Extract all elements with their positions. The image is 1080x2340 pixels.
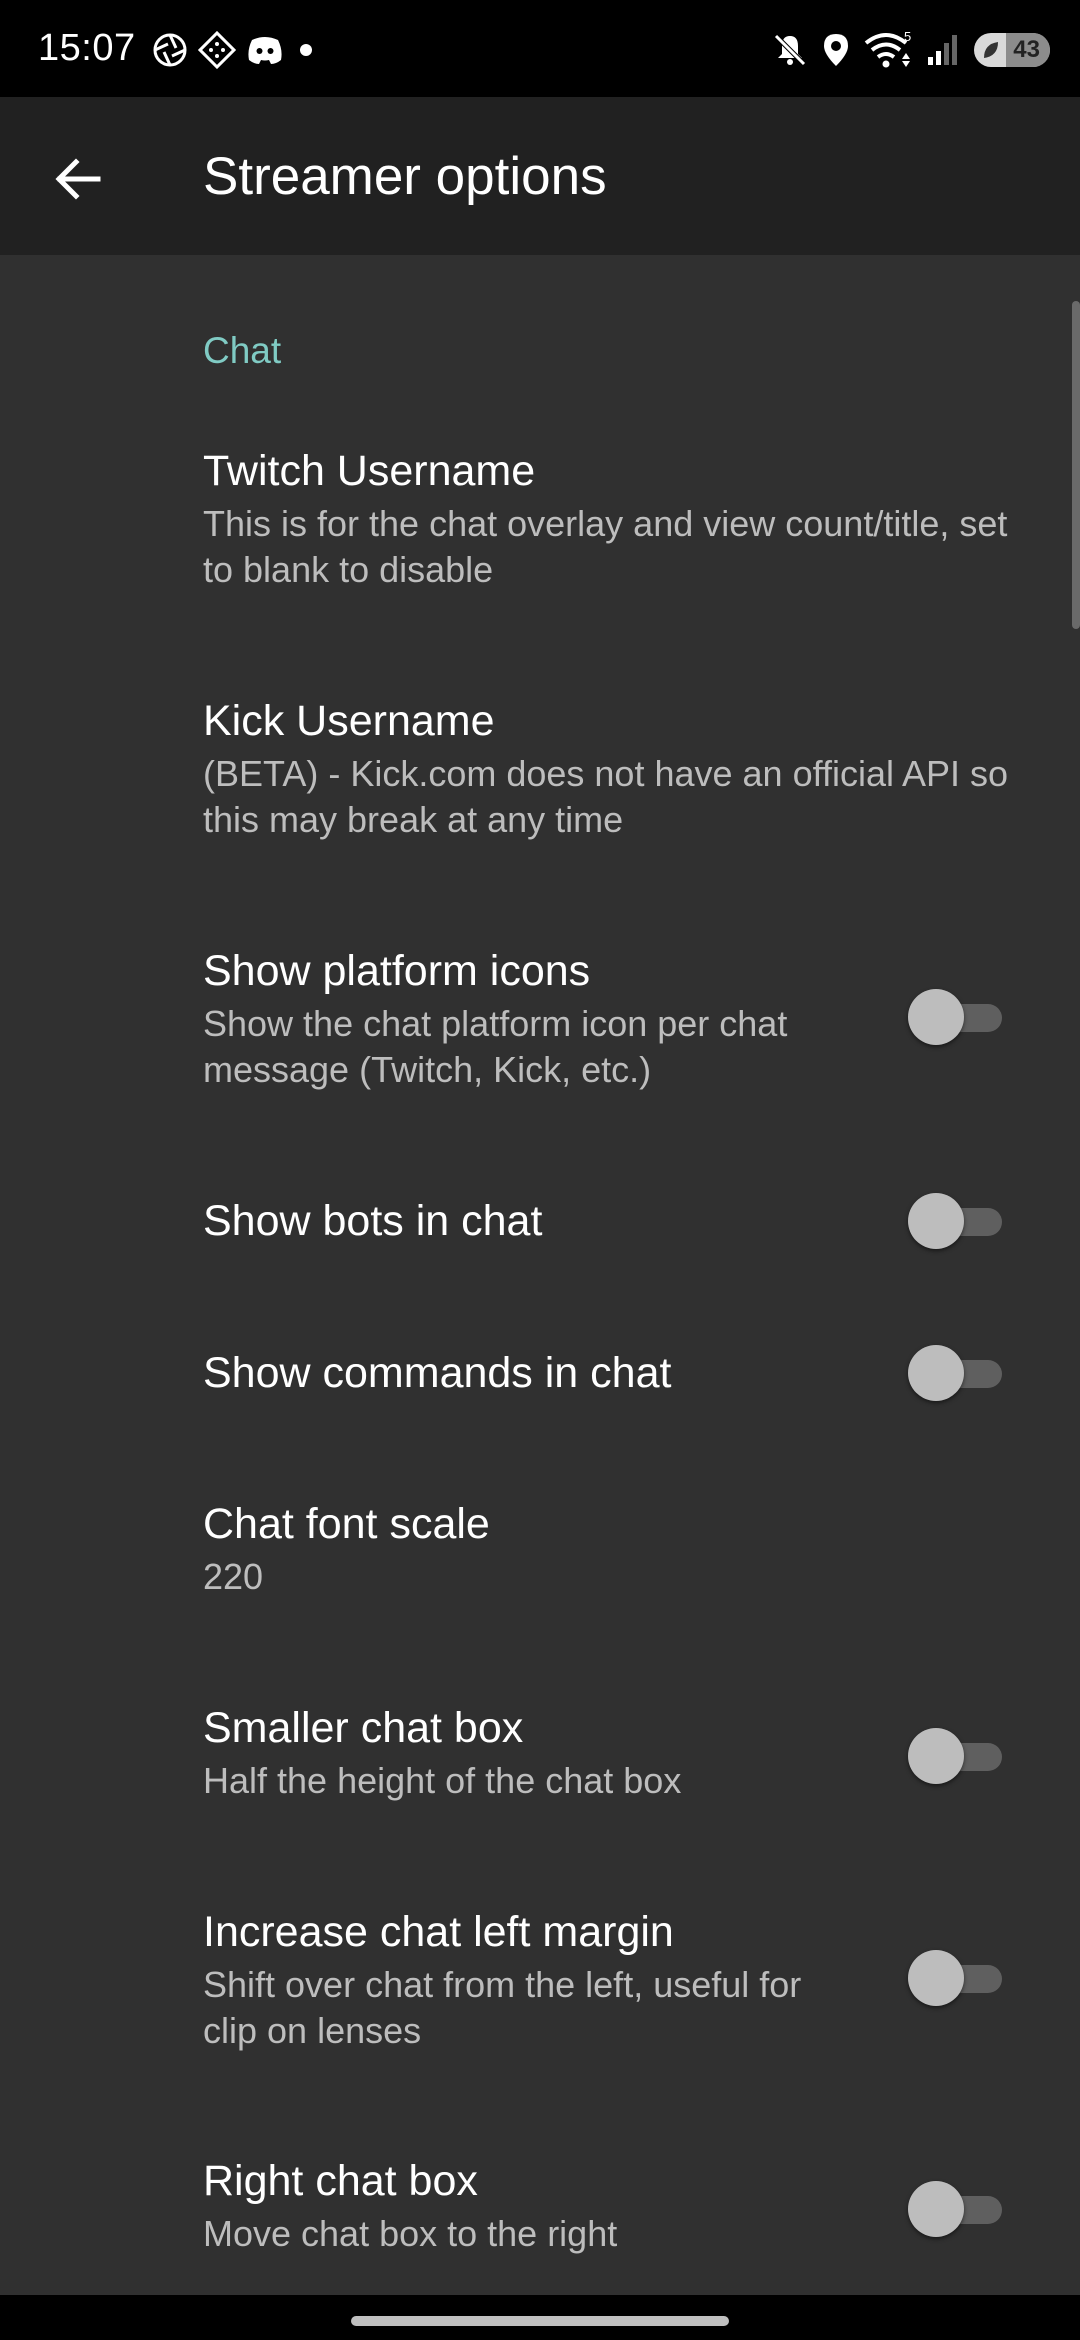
page-title: Streamer options [203, 147, 607, 206]
section-header-chat: Chat [203, 330, 282, 371]
pref-chat-font-scale[interactable]: Chat font scale 220 [0, 1498, 1080, 1688]
pref-title: Twitch Username [203, 447, 536, 495]
pref-title: Show commands in chat [203, 1349, 672, 1397]
status-time: 15:07 [38, 27, 136, 69]
pref-summary: Shift over chat from the left, useful fo… [203, 1964, 802, 2051]
mute-icon [774, 34, 806, 66]
toggle-show-bots-in-chat[interactable] [908, 1191, 1006, 1251]
pref-title: Right chat box [203, 2157, 478, 2205]
toggle-thumb [908, 989, 964, 1045]
pref-show-platform-icons[interactable]: Show platform icons Show the chat platfo… [0, 945, 1080, 1175]
preferences-list-container[interactable]: Chat Twitch Username This is for the cha… [0, 255, 1080, 2295]
toggle-thumb [908, 1950, 964, 2006]
pref-summary: This is for the chat overlay and view co… [203, 503, 1008, 590]
pref-summary: 220 [203, 1556, 264, 1597]
pref-title: Smaller chat box [203, 1704, 524, 1752]
battery-indicator: 43 [974, 33, 1050, 67]
location-icon [824, 34, 848, 66]
wifi-icon: 5 [864, 31, 911, 68]
arrow-back-icon [55, 158, 101, 200]
back-button[interactable] [36, 137, 120, 221]
dot-icon [300, 44, 312, 56]
pref-right-chat-box[interactable]: Right chat box Move chat box to the righ… [0, 2155, 1080, 2295]
gesture-nav-bar [0, 2295, 1080, 2340]
pref-summary: Move chat box to the right [203, 2213, 618, 2254]
home-handle[interactable] [351, 2316, 729, 2326]
toggle-show-platform-icons[interactable] [908, 987, 1006, 1047]
toggle-thumb [908, 2181, 964, 2237]
toggle-increase-chat-left-margin[interactable] [908, 1948, 1006, 2008]
aperture-icon [153, 33, 187, 67]
pref-summary: (BETA) - Kick.com does not have an offic… [203, 753, 1009, 840]
pref-show-bots-in-chat[interactable]: Show bots in chat [0, 1193, 1080, 1345]
pref-increase-chat-left-margin[interactable]: Increase chat left margin Shift over cha… [0, 1906, 1080, 2136]
toggle-right-chat-box[interactable] [908, 2179, 1006, 2239]
toggle-thumb [908, 1728, 964, 1784]
toggle-thumb [908, 1345, 964, 1401]
pref-title: Kick Username [203, 697, 495, 745]
pref-smaller-chat-box[interactable]: Smaller chat box Half the height of the … [0, 1702, 1080, 1892]
signal-icon [928, 35, 957, 65]
app-bar: Streamer options [0, 97, 1080, 255]
battery-percentage: 43 [1013, 36, 1040, 63]
discord-icon [248, 37, 282, 64]
pref-kick-username[interactable]: Kick Username (BETA) - Kick.com does not… [0, 695, 1080, 925]
pref-title: Show bots in chat [203, 1197, 543, 1245]
pref-title: Show platform icons [203, 947, 591, 995]
status-bar: 15:07 5 43 [0, 0, 1080, 97]
battery-saver-icon [984, 42, 998, 58]
pref-title: Chat font scale [203, 1500, 490, 1548]
status-system-icons: 5 43 [772, 30, 1050, 70]
toggle-smaller-chat-box[interactable] [908, 1726, 1006, 1786]
toggle-show-commands-in-chat[interactable] [908, 1343, 1006, 1403]
pref-show-commands-in-chat[interactable]: Show commands in chat [0, 1345, 1080, 1497]
pref-twitch-username[interactable]: Twitch Username This is for the chat ove… [0, 445, 1080, 675]
pref-title: Increase chat left margin [203, 1908, 674, 1956]
diamond-grid-icon [198, 31, 236, 69]
wifi-label: 5 [904, 31, 911, 44]
toggle-thumb [908, 1193, 964, 1249]
pref-summary: Show the chat platform icon per chat mes… [203, 1003, 788, 1090]
pref-summary: Half the height of the chat box [203, 1760, 682, 1801]
status-notification-icons [152, 30, 318, 70]
